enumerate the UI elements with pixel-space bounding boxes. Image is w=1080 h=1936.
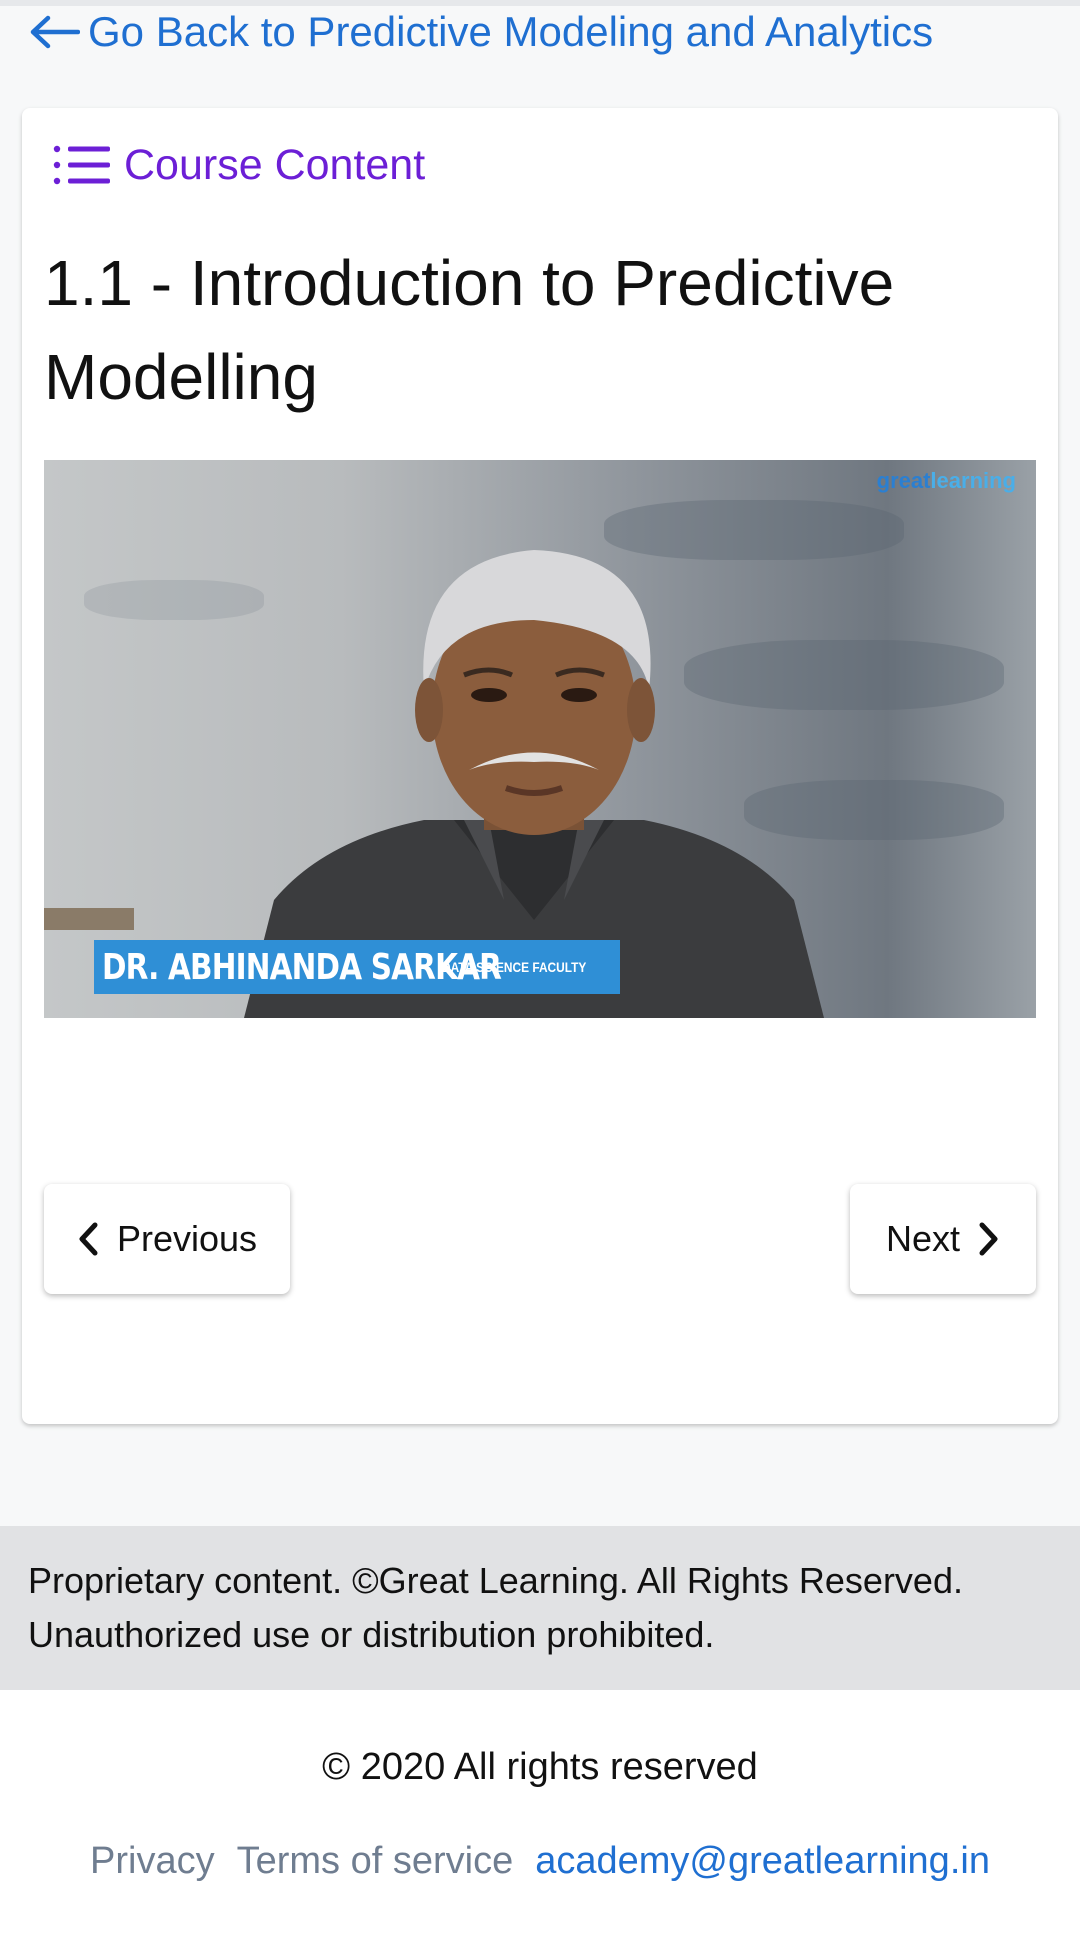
course-content-toggle[interactable]: Course Content <box>52 132 425 198</box>
copyright-text: © 2020 All rights reserved <box>322 1746 758 1788</box>
next-label: Next <box>885 1218 961 1259</box>
presenter-name: DR. ABHINANDA SARKAR <box>102 946 502 988</box>
arrow-left-icon <box>30 15 80 49</box>
footer: © 2020 All rights reserved Privacy Terms… <box>0 1690 1080 1936</box>
back-link[interactable]: Go Back to Predictive Modeling and Analy… <box>28 6 933 58</box>
course-content-label: Course Content <box>124 140 426 189</box>
terms-link[interactable]: Terms of service <box>237 1840 514 1883</box>
back-link-label: Go Back to Predictive Modeling and Analy… <box>88 8 934 55</box>
lesson-video[interactable]: greatlearning DR. ABHINANDA SARKAR DATA … <box>44 460 1036 1018</box>
proprietary-notice: Proprietary content. ©Great Learning. Al… <box>0 1526 1080 1690</box>
lesson-card: Course Content 1.1 - Introduction to Pre… <box>22 108 1058 1424</box>
footer-links: Privacy Terms of service academy@greatle… <box>0 1840 1080 1883</box>
email-link[interactable]: academy@greatlearning.in <box>535 1840 990 1883</box>
background-shelf <box>44 908 134 930</box>
presenter-caption: DR. ABHINANDA SARKAR DATA SCIENCE FACULT… <box>94 940 620 994</box>
previous-button[interactable]: Previous <box>44 1184 290 1294</box>
chevron-right-icon <box>979 1222 998 1256</box>
notice-text: Proprietary content. ©Great Learning. Al… <box>28 1560 963 1655</box>
privacy-link[interactable]: Privacy <box>90 1840 215 1883</box>
list-icon <box>53 145 110 185</box>
previous-label: Previous <box>116 1218 258 1259</box>
next-button[interactable]: Next <box>850 1184 1036 1294</box>
lesson-title: 1.1 - Introduction to Predictive Modelli… <box>44 247 895 413</box>
presenter-role: DATA SCIENCE FACULTY <box>442 959 587 975</box>
brand-watermark: greatlearning <box>876 468 1016 493</box>
chevron-left-icon <box>79 1222 98 1256</box>
